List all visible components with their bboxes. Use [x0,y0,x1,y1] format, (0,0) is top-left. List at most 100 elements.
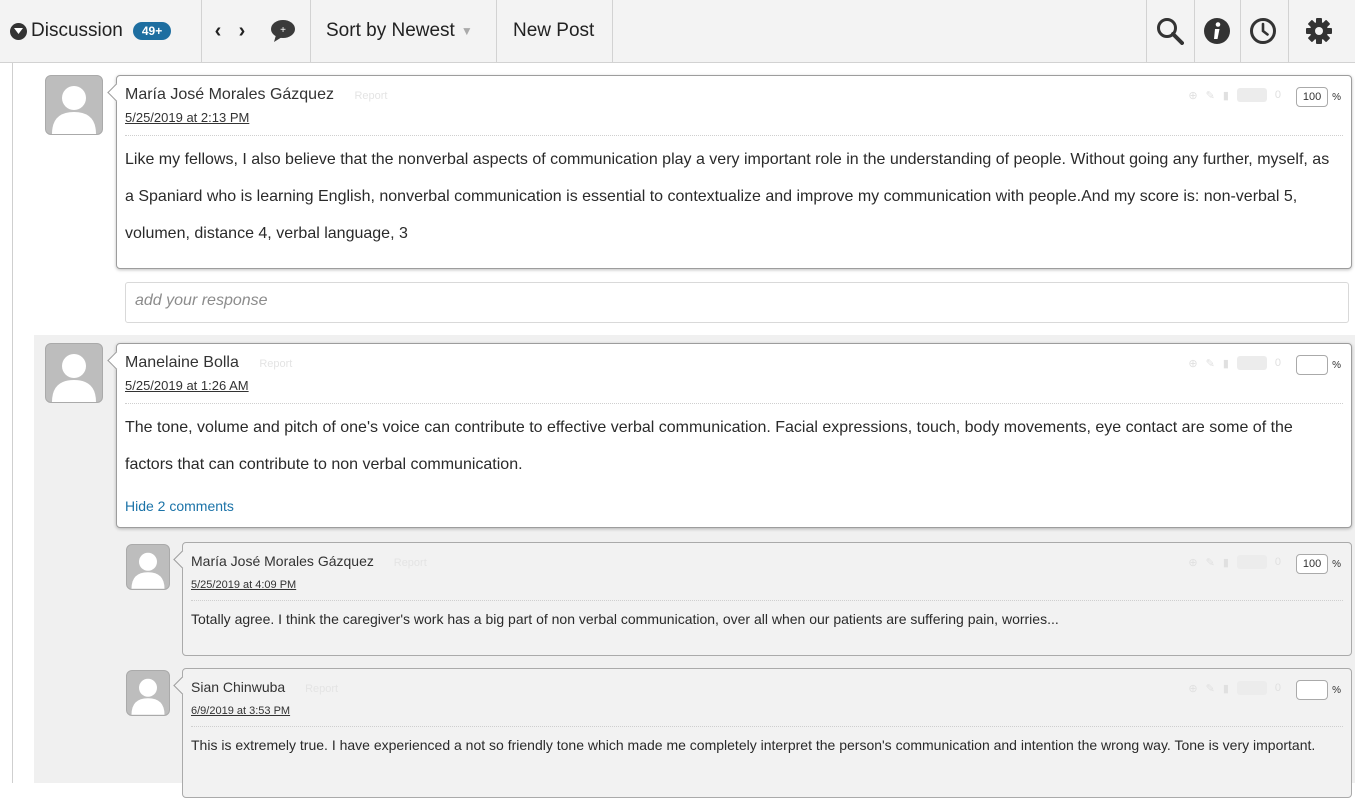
comment-author[interactable]: Sian Chinwuba Report [191,679,338,695]
post-card: Manelaine Bolla Report 5/25/2019 at 1:26… [107,343,1352,528]
comment-icon: + [271,20,295,42]
post-actions: ⊕ ✎ ▮ 0 [1188,88,1281,102]
history-button[interactable] [1243,0,1283,62]
score-input[interactable] [1296,680,1329,700]
like-button[interactable] [1236,555,1267,569]
new-post-button[interactable]: New Post [513,0,594,62]
chevron-right-icon: › [238,19,246,42]
author-name[interactable]: Manelaine Bolla [125,354,239,371]
gear-icon [1306,18,1332,44]
divider [191,600,1343,601]
user-placeholder-icon [131,678,165,715]
author-name[interactable]: María José Morales Gázquez [191,553,374,569]
comment-date[interactable]: 6/9/2019 at 3:53 PM [191,705,290,717]
toolbar-divider [612,0,613,62]
avatar [45,75,103,135]
post-card: María José Morales Gázquez Report 5/25/2… [107,75,1352,269]
discussion-toggle[interactable]: Discussion 49+ [10,0,172,62]
author-name[interactable]: Sian Chinwuba [191,679,285,695]
percent-sign: % [1332,91,1341,103]
comment-card: María José Morales Gázquez Report 5/25/2… [173,542,1352,656]
new-post-label: New Post [513,20,595,41]
like-count: 0 [1274,357,1281,369]
author-name[interactable]: María José Morales Gázquez [125,86,334,103]
report-link[interactable]: Report [305,683,338,695]
like-button[interactable] [1236,88,1267,102]
user-placeholder-icon [131,552,165,589]
comment-date[interactable]: 5/25/2019 at 4:09 PM [191,579,296,591]
comment-actions: ⊕ ✎ ▮ 0 [1188,555,1281,569]
edit-icon[interactable]: ✎ [1206,357,1215,370]
avatar [126,544,170,590]
info-icon [1204,18,1230,44]
comment-body: This is extremely true. I have experienc… [191,737,1316,753]
info-button[interactable] [1197,0,1237,62]
post-date[interactable]: 5/25/2019 at 1:26 AM [125,378,249,393]
toolbar-divider [496,0,497,62]
comment-card: Sian Chinwuba Report 6/9/2019 at 3:53 PM… [173,668,1352,798]
score-field: 100 % [1296,87,1341,107]
collapse-icon[interactable] [10,22,27,40]
thread: María José Morales Gázquez Report 5/25/2… [12,63,1355,798]
delete-icon[interactable]: ▮ [1223,89,1229,102]
post-actions: ⊕ ✎ ▮ 0 [1188,356,1281,370]
score-field: 100 % [1296,554,1341,574]
divider [125,135,1343,136]
toolbar-divider [201,0,202,62]
score-input[interactable]: 100 [1296,554,1329,574]
toolbar: Discussion 49+ ‹ › + Sort by Newest ▼ Ne… [0,0,1355,63]
thread-guide-line [12,63,13,783]
comment-actions: ⊕ ✎ ▮ 0 [1188,681,1281,695]
sort-dropdown[interactable]: Sort by Newest ▼ [326,0,473,62]
edit-icon[interactable]: ✎ [1206,682,1215,695]
report-link[interactable]: Report [394,557,427,569]
score-field: % [1296,355,1341,375]
report-link[interactable]: Report [354,90,387,102]
sort-label: Sort by Newest [326,20,455,41]
post-author[interactable]: Manelaine Bolla Report [125,354,292,372]
edit-icon[interactable]: ✎ [1206,556,1215,569]
toolbar-divider [1146,0,1147,62]
post-author[interactable]: María José Morales Gázquez Report [125,86,387,104]
toolbar-divider [1194,0,1195,62]
tag-icon[interactable]: ⊕ [1188,682,1197,695]
discussion-label: Discussion [31,20,123,41]
delete-icon[interactable]: ▮ [1223,556,1229,569]
tag-icon[interactable]: ⊕ [1188,556,1197,569]
post-body: Like my fellows, I also believe that the… [125,151,1330,242]
score-input[interactable]: 100 [1296,87,1329,107]
clock-icon [1250,18,1276,44]
toolbar-divider [1288,0,1289,62]
edit-icon[interactable]: ✎ [1206,89,1215,102]
like-count: 0 [1274,556,1281,568]
score-input[interactable] [1296,355,1329,375]
caret-down-icon: ▼ [460,24,473,38]
divider [191,726,1343,727]
comment-button[interactable]: + [270,0,296,62]
card-notch [107,83,126,102]
user-placeholder-icon [52,354,96,402]
delete-icon[interactable]: ▮ [1223,682,1229,695]
tag-icon[interactable]: ⊕ [1188,89,1197,102]
delete-icon[interactable]: ▮ [1223,357,1229,370]
response-input[interactable]: add your response [125,282,1349,323]
like-button[interactable] [1236,681,1267,695]
avatar [126,670,170,716]
percent-sign: % [1332,359,1341,371]
like-button[interactable] [1236,356,1267,370]
settings-button[interactable] [1299,0,1339,62]
user-placeholder-icon [52,86,96,134]
comment-author[interactable]: María José Morales Gázquez Report [191,553,427,569]
toolbar-divider [310,0,311,62]
hide-comments-link[interactable]: Hide 2 comments [125,498,234,514]
post-count-badge: 49+ [132,22,172,40]
next-button[interactable]: › [231,0,253,62]
comment-body: Totally agree. I think the caregiver's w… [191,611,1059,627]
report-link[interactable]: Report [259,358,292,370]
tag-icon[interactable]: ⊕ [1188,357,1197,370]
post-date[interactable]: 5/25/2019 at 2:13 PM [125,110,249,125]
chevron-left-icon: ‹ [214,19,222,42]
percent-sign: % [1332,684,1341,696]
search-button[interactable] [1150,0,1190,62]
previous-button[interactable]: ‹ [207,0,229,62]
